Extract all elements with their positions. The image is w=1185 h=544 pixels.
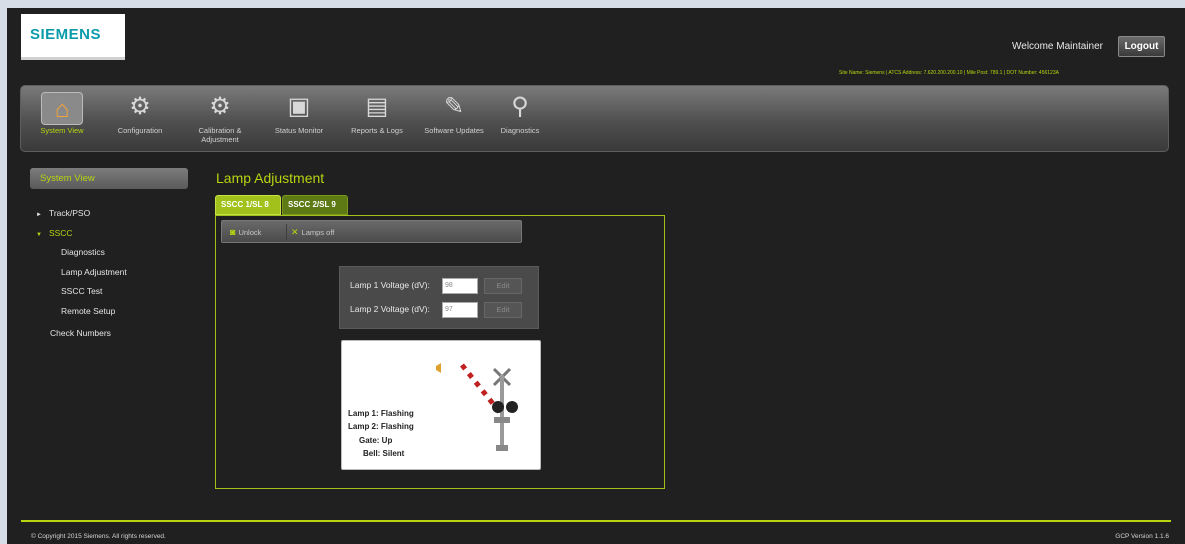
collapse-arrow-icon: ▼ (36, 232, 42, 238)
toolbar-label: Configuration (117, 126, 163, 135)
toolbar-label: Software Updates (424, 126, 484, 135)
sidebar-item-label: SSCC (48, 228, 73, 238)
lamp1-voltage-input[interactable]: 98 (442, 278, 478, 294)
toolbar-label: Status Monitor (274, 126, 324, 135)
sidebar-item-track-pso[interactable]: ► Track/PSO (36, 208, 90, 218)
diagnostics-icon: ⚲ (511, 93, 529, 120)
toolbar-calibration[interactable]: ⚙ Calibration & Adjustment (185, 92, 255, 144)
toolbar-label: Calibration & Adjustment (198, 126, 242, 144)
toolbar-label: System View (40, 126, 84, 135)
toolbar-configuration[interactable]: ⚙ Configuration (105, 92, 175, 135)
toolbar-diagnostics[interactable]: ⚲ Diagnostics (485, 92, 555, 135)
lock-icon: ◙ (230, 227, 236, 237)
toolbar-reports-logs[interactable]: ▤ Reports & Logs (342, 92, 412, 135)
lamp2-edit-button[interactable]: Edit (484, 302, 522, 318)
lamps-off-label: Lamps off (301, 228, 335, 237)
page-title: Lamp Adjustment (216, 170, 325, 186)
software-update-icon: ✎ (443, 93, 465, 120)
siemens-logo: SIEMENS (21, 14, 125, 60)
action-bar: ◙ Unlock ✕ Lamps off (221, 220, 522, 243)
sidebar-item-lamp-adjustment[interactable]: Lamp Adjustment (61, 267, 127, 277)
x-icon: ✕ (291, 227, 299, 237)
toolbar-label: Diagnostics (500, 126, 540, 135)
tab-sscc-1[interactable]: SSCC 1/SL 8 (215, 195, 281, 215)
footer-divider (21, 520, 1171, 522)
version-text: GCP Version 1.1.6 (1115, 533, 1169, 540)
unlock-button[interactable]: ◙ Unlock (226, 224, 282, 240)
lamp2-voltage-label: Lamp 2 Voltage (dV): (350, 304, 430, 314)
lamp2-voltage-input[interactable]: 97 (442, 302, 478, 318)
sidebar-header: System View (30, 168, 188, 189)
crossing-status-box: Lamp 1: Flashing Lamp 2: Flashing Gate: … (341, 340, 541, 470)
lamp1-voltage-label: Lamp 1 Voltage (dV): (350, 280, 430, 290)
monitor-icon: ▣ (287, 93, 311, 120)
sidebar-item-label: Track/PSO (48, 208, 91, 218)
tab-sscc-2[interactable]: SSCC 2/SL 9 (282, 195, 348, 215)
unlock-label: Unlock (238, 228, 262, 237)
sidebar-item-remote-setup[interactable]: Remote Setup (61, 306, 115, 316)
lamp1-status: Lamp 1: Flashing (348, 409, 414, 418)
sidebar-item-diagnostics[interactable]: Diagnostics (61, 247, 105, 257)
voltage-box: Lamp 1 Voltage (dV): 98 Edit Lamp 2 Volt… (339, 266, 539, 329)
logout-button[interactable]: Logout (1118, 36, 1165, 57)
crossing-signal-icon (436, 363, 518, 451)
lamp1-edit-button[interactable]: Edit (484, 278, 522, 294)
gate-status: Gate: Up (359, 436, 393, 445)
house-icon: ⌂ (41, 92, 83, 125)
report-icon: ▤ (365, 93, 389, 120)
toolbar-label: Reports & Logs (351, 126, 403, 135)
toolbar-system-view[interactable]: ⌂ System View (27, 92, 97, 135)
welcome-text: Welcome Maintainer (1012, 41, 1103, 52)
sidebar-item-sscc-test[interactable]: SSCC Test (61, 286, 102, 296)
lamp-adjustment-panel: ◙ Unlock ✕ Lamps off Lamp 1 Voltage (dV): … (215, 215, 665, 489)
calibration-icon: ⚙ (209, 93, 231, 120)
sidebar-item-check-numbers[interactable]: Check Numbers (50, 328, 111, 338)
sidebar-item-sscc[interactable]: ▼ SSCC (36, 228, 73, 238)
app-window: SIEMENS Welcome Maintainer Logout Site N… (7, 8, 1185, 544)
main-toolbar: ⌂ System View ⚙ Configuration ⚙ Calibrat… (20, 85, 1169, 152)
expand-arrow-icon: ► (36, 212, 42, 218)
lamp2-status: Lamp 2: Flashing (348, 422, 414, 431)
site-info: Site Name: Siemens | ATCS Address: 7.620… (839, 70, 1059, 76)
toolbar-status-monitor[interactable]: ▣ Status Monitor (264, 92, 334, 135)
lamps-off-button[interactable]: ✕ Lamps off (286, 224, 352, 240)
logo-text: SIEMENS (30, 26, 102, 43)
gears-icon: ⚙ (129, 93, 151, 120)
toolbar-software-updates[interactable]: ✎ Software Updates (419, 92, 489, 135)
bell-status: Bell: Silent (363, 449, 405, 458)
copyright-text: © Copyright 2015 Siemens. All rights res… (31, 533, 166, 540)
